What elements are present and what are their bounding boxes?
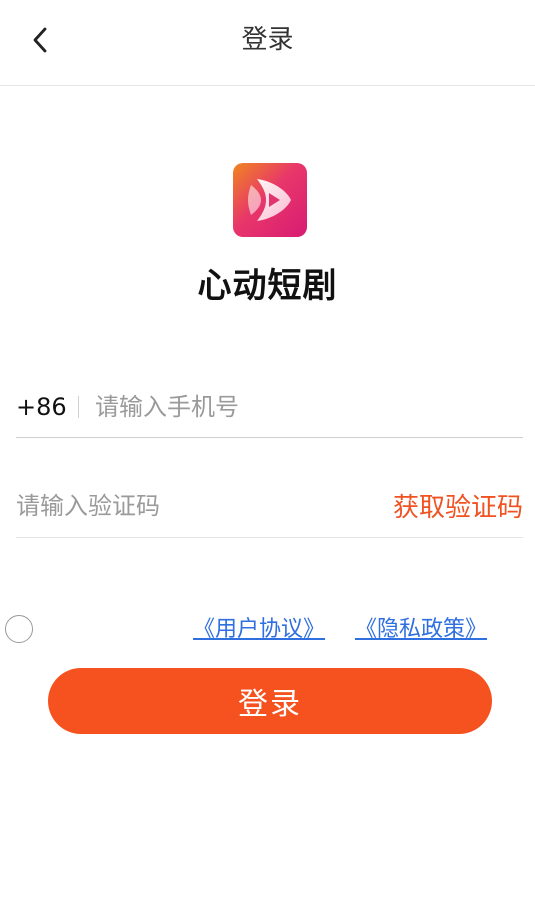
header-bar: 登录 bbox=[0, 0, 535, 86]
phone-input[interactable] bbox=[95, 386, 495, 427]
agreement-checkbox[interactable] bbox=[5, 615, 33, 643]
login-page: 登录 心动短剧 +86 获取验证码 《用户协议》 《隐私政策》 登录 bbox=[0, 0, 535, 912]
country-code[interactable]: +86 bbox=[16, 393, 78, 421]
phone-field-row: +86 bbox=[16, 376, 523, 438]
get-code-button[interactable]: 获取验证码 bbox=[393, 487, 523, 524]
field-divider bbox=[78, 395, 79, 418]
user-agreement-link[interactable]: 《用户协议》 bbox=[193, 614, 325, 646]
page-title: 登录 bbox=[241, 25, 294, 55]
verification-code-input[interactable] bbox=[16, 485, 316, 526]
play-logo-icon bbox=[248, 179, 291, 221]
app-name: 心动短剧 bbox=[197, 266, 338, 306]
privacy-policy-link[interactable]: 《隐私政策》 bbox=[355, 614, 487, 646]
login-button[interactable]: 登录 bbox=[48, 668, 492, 734]
app-logo bbox=[233, 163, 307, 237]
code-field-row: 获取验证码 bbox=[16, 474, 523, 538]
